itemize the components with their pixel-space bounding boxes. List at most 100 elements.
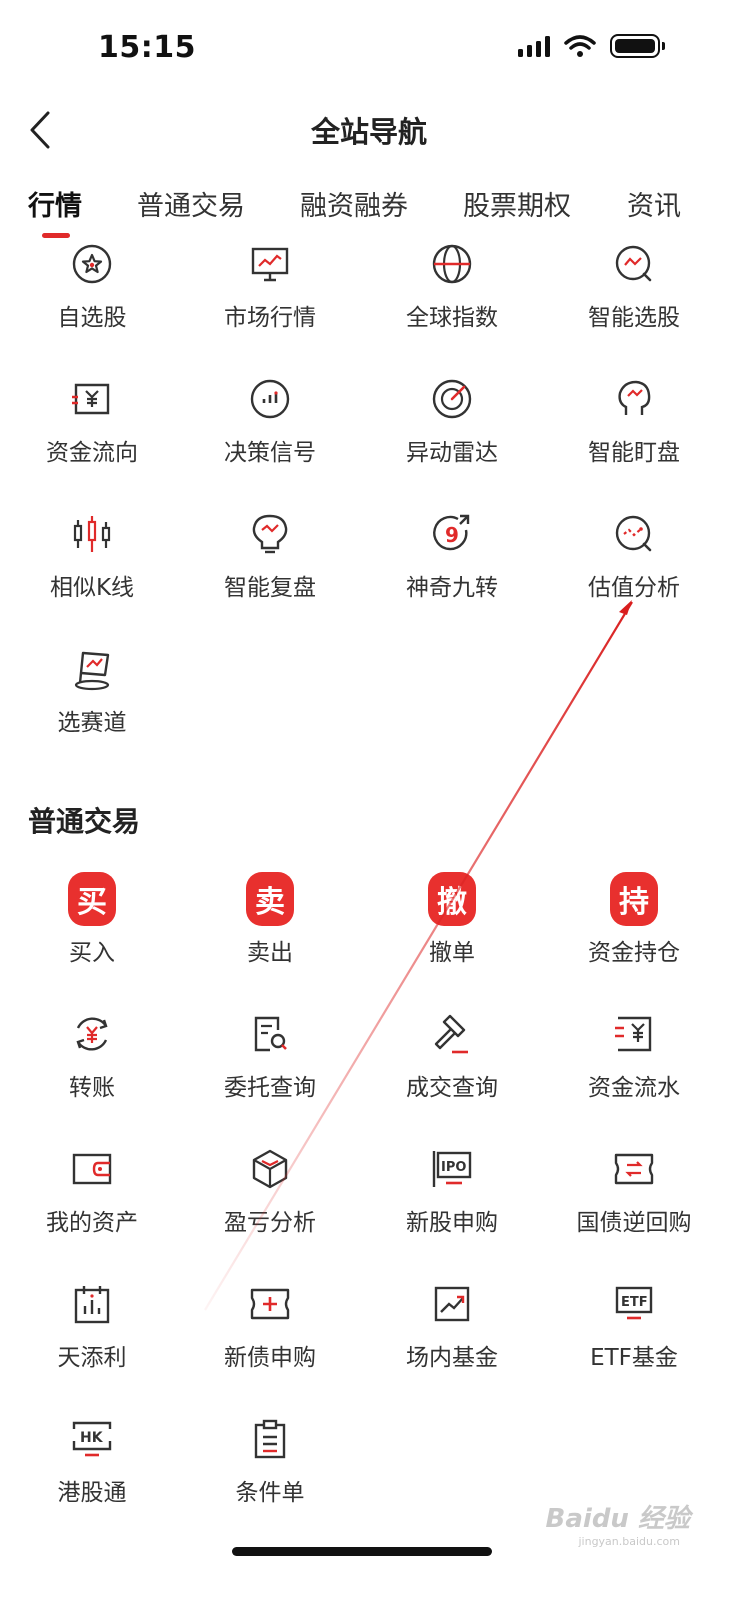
menu-item-etf-fund[interactable]: ETF ETF基金 — [542, 1280, 726, 1400]
menu-item-ipo-subscribe[interactable]: IPO 新股申购 — [360, 1145, 544, 1265]
menu-item-label: 选赛道 — [57, 710, 127, 736]
menu-item-label: 委托查询 — [224, 1075, 316, 1101]
nav-bar: 全站导航 — [0, 95, 738, 165]
menu-item-exchange-fund[interactable]: 场内基金 — [360, 1280, 544, 1400]
menu-item-label: 神奇九转 — [406, 575, 498, 601]
cube-icon — [246, 1145, 294, 1193]
menu-item-label: 卖出 — [247, 940, 293, 966]
menu-item-choose-track[interactable]: 选赛道 — [0, 645, 184, 765]
candlestick-icon — [68, 510, 116, 558]
menu-item-similar-kline[interactable]: 相似K线 — [0, 510, 184, 630]
menu-item-holdings[interactable]: 持 资金持仓 — [542, 872, 726, 995]
clipboard-icon — [246, 1415, 294, 1463]
menu-item-reverse-repo[interactable]: 国债逆回购 — [542, 1145, 726, 1265]
menu-item-label: 自选股 — [57, 305, 127, 331]
bulb-chart-icon — [246, 510, 294, 558]
menu-item-label: 资金持仓 — [588, 940, 680, 966]
home-indicator[interactable] — [232, 1547, 492, 1556]
menu-item-label: 国债逆回购 — [576, 1210, 692, 1236]
menu-item-smart-review[interactable]: 智能复盘 — [178, 510, 362, 630]
menu-item-label: 成交查询 — [406, 1075, 498, 1101]
tab-margin-trading[interactable]: 融资融券 — [300, 184, 408, 223]
menu-item-fund-flow[interactable]: 资金流向 — [0, 375, 184, 495]
menu-item-fund-statement[interactable]: 资金流水 — [542, 1010, 726, 1130]
hold-badge-icon: 持 — [610, 872, 658, 926]
menu-item-label: 场内基金 — [406, 1345, 498, 1371]
bond-ticket-icon — [610, 1145, 658, 1193]
menu-item-deal-query[interactable]: 成交查询 — [360, 1010, 544, 1130]
menu-item-label: 资金流水 — [588, 1075, 680, 1101]
page-title: 全站导航 — [310, 115, 427, 149]
menu-item-global-index[interactable]: 全球指数 — [360, 240, 544, 360]
menu-item-label: 相似K线 — [49, 575, 135, 601]
hk-icon: HK — [68, 1415, 116, 1463]
menu-item-label: 新债申购 — [224, 1345, 316, 1371]
menu-item-order-query[interactable]: 委托查询 — [178, 1010, 362, 1130]
menu-item-smart-stock-picking[interactable]: 智能选股 — [542, 240, 726, 360]
menu-item-tiantianli[interactable]: 天添利 — [0, 1280, 184, 1400]
section-title-normal-trade: 普通交易 — [28, 805, 141, 838]
menu-item-watchlist[interactable]: 自选股 — [0, 240, 184, 360]
tab-market[interactable]: 行情 — [28, 184, 82, 223]
menu-item-label: 资金流向 — [46, 440, 138, 466]
plus-ticket-icon — [246, 1280, 294, 1328]
flag-track-icon — [68, 645, 116, 693]
menu-item-label: 天添利 — [57, 1345, 127, 1371]
wifi-icon — [564, 35, 596, 57]
monitor-chart-icon — [246, 240, 294, 288]
menu-item-cancel-order[interactable]: 撤 撤单 — [360, 872, 544, 995]
wallet-icon — [68, 1145, 116, 1193]
tab-stock-options[interactable]: 股票期权 — [463, 184, 571, 223]
menu-item-label: 智能选股 — [588, 305, 680, 331]
menu-item-my-assets[interactable]: 我的资产 — [0, 1145, 184, 1265]
menu-item-conditional-order[interactable]: 条件单 — [178, 1415, 362, 1535]
menu-item-label: 估值分析 — [588, 575, 680, 601]
status-icons — [518, 34, 665, 58]
fund-flow-icon — [68, 375, 116, 423]
active-tab-indicator — [42, 233, 70, 238]
radar-target-icon — [428, 375, 476, 423]
smart-pick-icon — [610, 240, 658, 288]
menu-item-new-bond-subscribe[interactable]: 新债申购 — [178, 1280, 362, 1400]
menu-item-label: 转账 — [69, 1075, 115, 1101]
menu-item-anomaly-radar[interactable]: 异动雷达 — [360, 375, 544, 495]
tab-news[interactable]: 资讯 — [627, 184, 681, 223]
menu-item-hk-connect[interactable]: HK 港股通 — [0, 1415, 184, 1535]
menu-item-buy[interactable]: 买 买入 — [0, 872, 184, 995]
ledger-yen-icon — [610, 1010, 658, 1058]
gavel-icon — [428, 1010, 476, 1058]
menu-item-label: 买入 — [69, 940, 115, 966]
menu-item-label: 智能盯盘 — [588, 440, 680, 466]
menu-item-label: 港股通 — [57, 1480, 127, 1506]
signal-bars-icon — [246, 375, 294, 423]
menu-item-label: 新股申购 — [406, 1210, 498, 1236]
menu-item-decision-signal[interactable]: 决策信号 — [178, 375, 362, 495]
menu-item-label: 我的资产 — [46, 1210, 138, 1236]
menu-item-transfer[interactable]: 转账 — [0, 1010, 184, 1130]
menu-item-smart-watch[interactable]: 智能盯盘 — [542, 375, 726, 495]
battery-icon — [610, 34, 665, 58]
valuation-search-icon — [610, 510, 658, 558]
menu-item-label: 异动雷达 — [406, 440, 498, 466]
sell-badge-icon: 卖 — [246, 872, 294, 926]
trend-box-icon — [428, 1280, 476, 1328]
menu-item-label: 决策信号 — [224, 440, 316, 466]
menu-item-valuation-analysis[interactable]: 估值分析 — [542, 510, 726, 630]
ipo-icon: IPO — [428, 1145, 476, 1193]
menu-item-pnl-analysis[interactable]: 盈亏分析 — [178, 1145, 362, 1265]
menu-item-market-quotes[interactable]: 市场行情 — [178, 240, 362, 360]
star-circle-icon — [68, 240, 116, 288]
menu-item-label: 条件单 — [235, 1480, 305, 1506]
watermark-url: jingyan.baidu.com — [578, 1535, 680, 1548]
cellular-signal-icon — [518, 35, 550, 57]
menu-item-label: 智能复盘 — [224, 575, 316, 601]
menu-item-label: ETF基金 — [590, 1345, 678, 1371]
menu-item-label: 盈亏分析 — [224, 1210, 316, 1236]
calendar-bars-icon — [68, 1280, 116, 1328]
etf-icon: ETF — [610, 1280, 658, 1328]
menu-item-label: 撤单 — [429, 940, 475, 966]
tab-normal-trade[interactable]: 普通交易 — [137, 184, 245, 223]
menu-item-magic-nine[interactable]: 9 神奇九转 — [360, 510, 544, 630]
baidu-watermark: Baidu 经验 — [545, 1504, 690, 1534]
menu-item-sell[interactable]: 卖 卖出 — [178, 872, 362, 995]
